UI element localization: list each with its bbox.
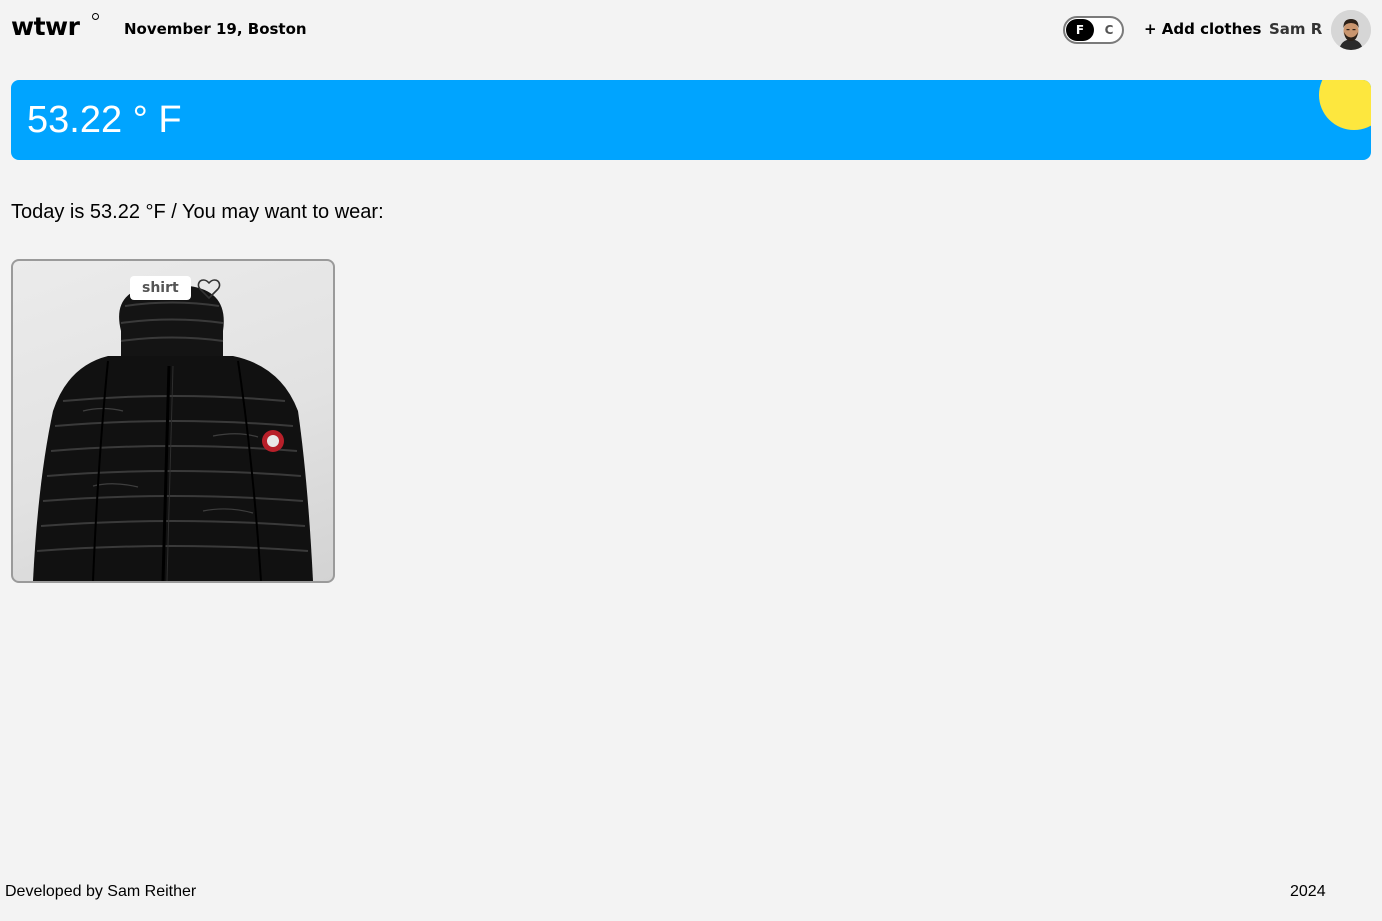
clothing-recommendation-text: Today is 53.22 °F / You may want to wear… xyxy=(11,201,384,223)
footer-developer-credit: Developed by Sam Reither xyxy=(5,883,197,900)
username[interactable]: Sam R xyxy=(1269,20,1322,38)
add-clothes-button[interactable]: + Add clothes xyxy=(1144,20,1261,38)
clothing-item-image[interactable] xyxy=(13,261,333,581)
footer-year: 2024 xyxy=(1290,883,1326,900)
avatar[interactable] xyxy=(1331,10,1371,50)
logo-degree-mark xyxy=(92,13,99,20)
date-location: November 19, Boston xyxy=(124,20,307,38)
toggle-option-f[interactable]: F xyxy=(1066,21,1094,39)
weather-temperature: 53.22 ° F xyxy=(27,99,182,141)
clothing-item-name: shirt xyxy=(130,276,191,300)
toggle-option-c[interactable]: C xyxy=(1095,21,1123,39)
app-logo[interactable]: wtwr xyxy=(11,12,80,42)
temperature-unit-toggle[interactable]: F C xyxy=(1063,16,1124,44)
heart-icon xyxy=(197,279,221,299)
sun-icon xyxy=(1319,80,1371,130)
avatar-face-icon xyxy=(1331,10,1371,50)
like-button[interactable] xyxy=(197,278,221,300)
header: wtwr November 19, Boston F C + Add cloth… xyxy=(0,0,1382,60)
clothing-item-card[interactable]: shirt xyxy=(11,259,335,583)
weather-card: 53.22 ° F xyxy=(11,80,1371,160)
